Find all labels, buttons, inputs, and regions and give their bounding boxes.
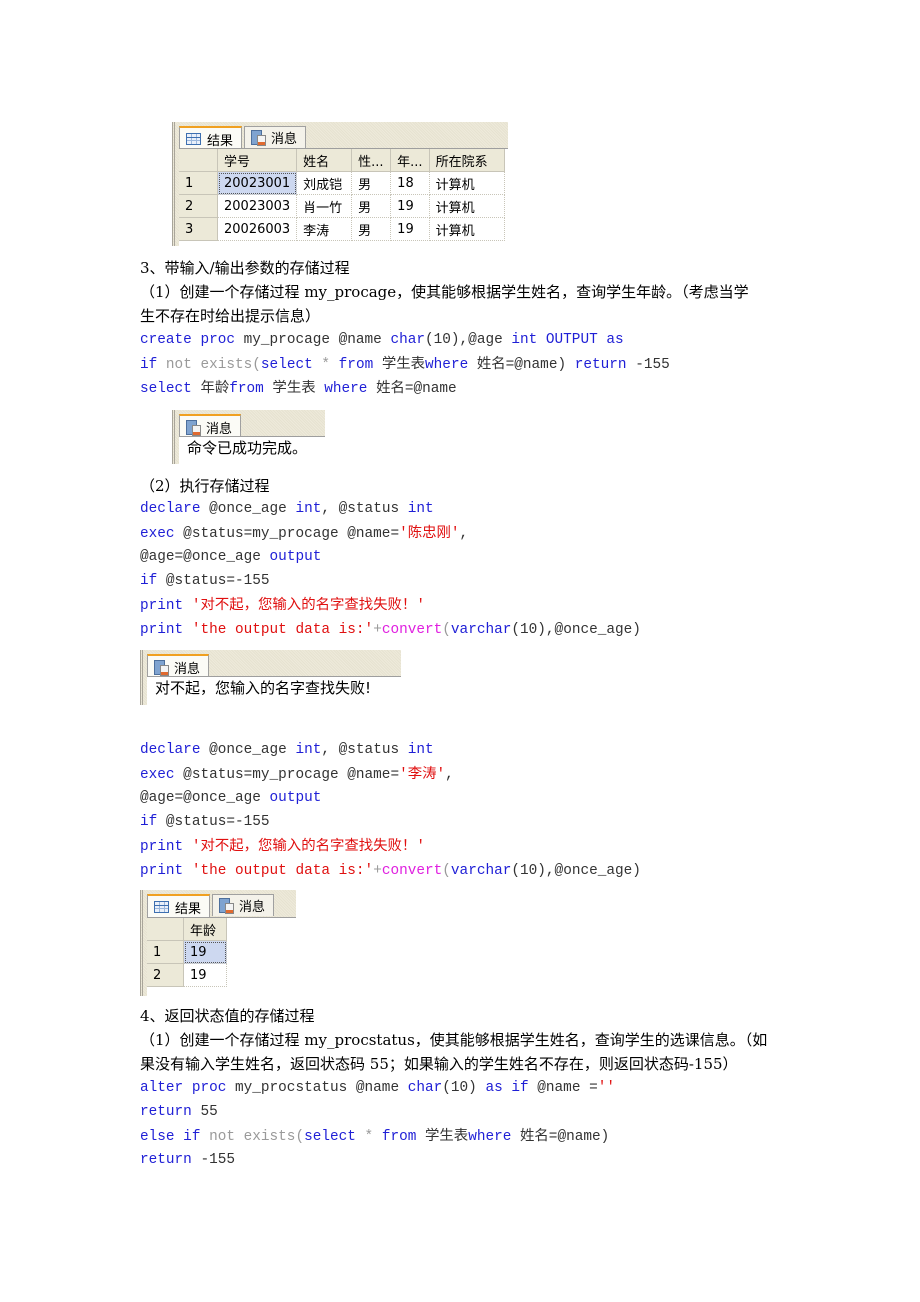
code-line: declare @once_age int, @status int [140,742,434,758]
message-icon [219,898,235,914]
cell[interactable]: 19 [183,940,227,964]
header-row: 年龄 [147,918,227,941]
table-row[interactable]: 3 20026003 李涛 男 19 计算机 [179,217,505,241]
header-row: 学号 姓名 性... 年... 所在院系 [179,149,505,172]
table-row[interactable]: 2 19 [147,963,227,987]
tab-messages[interactable]: 消息 [147,654,210,678]
code-line: @age=@once_age output [140,790,322,806]
tab-messages[interactable]: 消息 [244,126,307,148]
message-icon [154,659,169,676]
results-table: 学号 姓名 性... 年... 所在院系 1 20023001 刘成铠 男 18… [179,149,505,241]
code-line: select 年龄from 学生表 where 姓名=@name [140,381,457,397]
message-icon [251,130,267,146]
section3-task2: （2）执行存储过程 [140,477,270,495]
code-line: if @status=-155 [140,573,270,589]
result-tabs: 结果 消息 [179,126,308,150]
tab-label: 消息 [174,661,201,677]
cell[interactable]: 男 [351,194,392,218]
message-text: 对不起，您输入的名字查找失败! [147,676,401,705]
grid-icon [154,901,169,913]
code-line: declare @once_age int, @status int [140,501,434,517]
row-number[interactable]: 2 [147,963,184,987]
column-header[interactable]: 所在院系 [429,149,505,172]
code-line: print 'the output data is:'+convert(varc… [140,622,641,638]
tab-messages[interactable]: 消息 [179,414,242,438]
code-line: print '对不起，您输入的名字查找失败！' [140,598,425,614]
table-row[interactable]: 2 20023003 肖一竹 男 19 计算机 [179,194,505,218]
column-header[interactable]: 性... [351,149,392,172]
tab-label: 消息 [271,132,298,147]
results-grid: 年龄 1 19 2 19 [147,917,296,996]
table-row[interactable]: 1 19 [147,940,227,964]
corner-cell [179,149,218,172]
row-number[interactable]: 1 [147,940,184,964]
code-line: exec @status=my_procage @name='陈忠刚', [140,526,469,542]
message-text: 命令已成功完成。 [179,436,325,464]
results-panel-2: 结果 消息 年龄 1 19 2 19 [140,890,296,996]
code-line: if @status=-155 [140,814,270,830]
code-line: exec @status=my_procage @name='李涛', [140,767,454,783]
results-panel-1: 结果 消息 学号 姓名 性... 年... 所在院系 1 20023001 刘成… [172,122,508,246]
cell[interactable]: 刘成铠 [296,171,353,195]
column-header[interactable]: 年... [390,149,430,172]
grid-icon [186,133,201,145]
code-line: create proc my_procage @name char(10),@a… [140,332,624,348]
section4-heading: 4、返回状态值的存储过程 [140,1007,315,1025]
cell[interactable]: 肖一竹 [296,194,353,218]
cell[interactable]: 19 [390,194,430,218]
message-panel-2: 消息 对不起，您输入的名字查找失败! [140,650,401,705]
results-table: 年龄 1 19 2 19 [147,918,227,987]
code-line: return 55 [140,1104,218,1120]
section4-task1-line2: 果没有输入学生姓名，返回状态码 55；如果输入的学生姓名不存在，则返回状态码-1… [140,1055,738,1073]
table-row[interactable]: 1 20023001 刘成铠 男 18 计算机 [179,171,505,195]
corner-cell [147,918,184,941]
tab-label: 消息 [239,900,266,915]
results-grid: 学号 姓名 性... 年... 所在院系 1 20023001 刘成铠 男 18… [179,148,508,246]
cell[interactable]: 计算机 [429,217,505,241]
cell[interactable]: 李涛 [296,217,353,241]
code-line: @age=@once_age output [140,549,322,565]
section4-task1-line1: （1）创建一个存储过程 my_procstatus，使其能够根据学生姓名，查询学… [140,1031,768,1049]
cell[interactable]: 20026003 [217,217,298,241]
cell[interactable]: 计算机 [429,194,505,218]
cell[interactable]: 19 [390,217,430,241]
message-panel-1: 消息 命令已成功完成。 [172,410,325,464]
column-header[interactable]: 姓名 [296,149,353,172]
cell[interactable]: 20023001 [217,171,298,195]
cell[interactable]: 19 [183,963,227,987]
section3-task1-line2: 生不存在时给出提示信息） [140,307,321,325]
row-number[interactable]: 1 [179,171,218,195]
tab-results[interactable]: 结果 [147,894,211,918]
row-number[interactable]: 3 [179,217,218,241]
section3-task1-line1: （1）创建一个存储过程 my_procage，使其能够根据学生姓名，查询学生年龄… [140,283,749,301]
cell[interactable]: 男 [351,217,392,241]
cell[interactable]: 男 [351,171,392,195]
message-icon [186,419,201,436]
tab-results[interactable]: 结果 [179,126,243,150]
cell[interactable]: 20023003 [217,194,298,218]
tab-label: 结果 [207,133,234,149]
code-line: print 'the output data is:'+convert(varc… [140,863,641,879]
tab-label: 消息 [206,421,233,437]
section3-heading: 3、带输入/输出参数的存储过程 [140,259,350,277]
tab-messages[interactable]: 消息 [212,894,275,916]
row-number[interactable]: 2 [179,194,218,218]
code-line: else if not exists(select * from 学生表wher… [140,1129,610,1145]
cell[interactable]: 计算机 [429,171,505,195]
tab-label: 结果 [175,901,202,917]
code-line: return -155 [140,1152,236,1168]
code-line: if not exists(select * from 学生表where 姓名=… [140,357,670,373]
column-header[interactable]: 年龄 [183,918,227,941]
column-header[interactable]: 学号 [217,149,298,172]
code-line: alter proc my_procstatus @name char(10) … [140,1080,616,1096]
code-line: print '对不起，您输入的名字查找失败！' [140,839,425,855]
cell[interactable]: 18 [390,171,430,195]
